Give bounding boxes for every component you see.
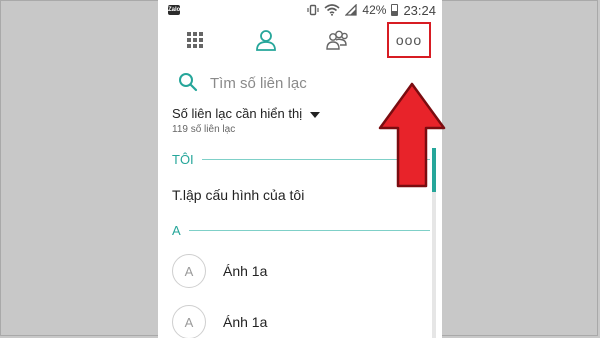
battery-icon [391, 4, 399, 16]
vibrate-icon [307, 4, 320, 16]
group-icon[interactable] [322, 26, 352, 54]
wifi-icon [324, 4, 340, 16]
signal-icon [345, 4, 358, 16]
contact-name: Ánh 1a [223, 263, 268, 279]
more-options-icon: ooo [395, 32, 423, 48]
dropdown-caret-icon [310, 111, 321, 118]
status-bar: Zalo 42% 23:24 [158, 0, 442, 20]
apps-grid-icon[interactable] [180, 26, 210, 54]
more-options-button[interactable]: ooo [387, 22, 431, 58]
contact-list-item[interactable]: A Ánh 1a [172, 251, 422, 291]
contact-name: Ánh 1a [223, 314, 268, 330]
section-label: TÔI [172, 151, 194, 167]
status-icons: 42% 23:24 [307, 2, 436, 18]
my-profile-setup-item[interactable]: T.lập cấu hình của tôi [172, 187, 304, 203]
contact-list-item[interactable]: A Ánh 1a [172, 302, 422, 338]
section-label: A [172, 222, 181, 238]
toolbar: ooo [158, 20, 442, 62]
section-divider [188, 229, 430, 231]
contact-count: 119 số liên lạc [172, 124, 236, 135]
status-time: 23:24 [403, 2, 436, 18]
contacts-display-filter[interactable]: Số liên lạc cần hiển thị 119 số liên lạc [172, 106, 372, 140]
zalo-notification-icon: Zalo [168, 5, 181, 15]
contact-avatar: A [172, 254, 206, 288]
search-icon [179, 73, 198, 92]
battery-percent: 42% [362, 3, 387, 17]
filter-title: Số liên lạc cần hiển thị [172, 106, 303, 121]
person-icon[interactable] [251, 26, 281, 54]
up-arrow-annotation-icon [378, 82, 446, 188]
section-header-a: A [172, 222, 430, 238]
contact-avatar: A [172, 305, 206, 338]
